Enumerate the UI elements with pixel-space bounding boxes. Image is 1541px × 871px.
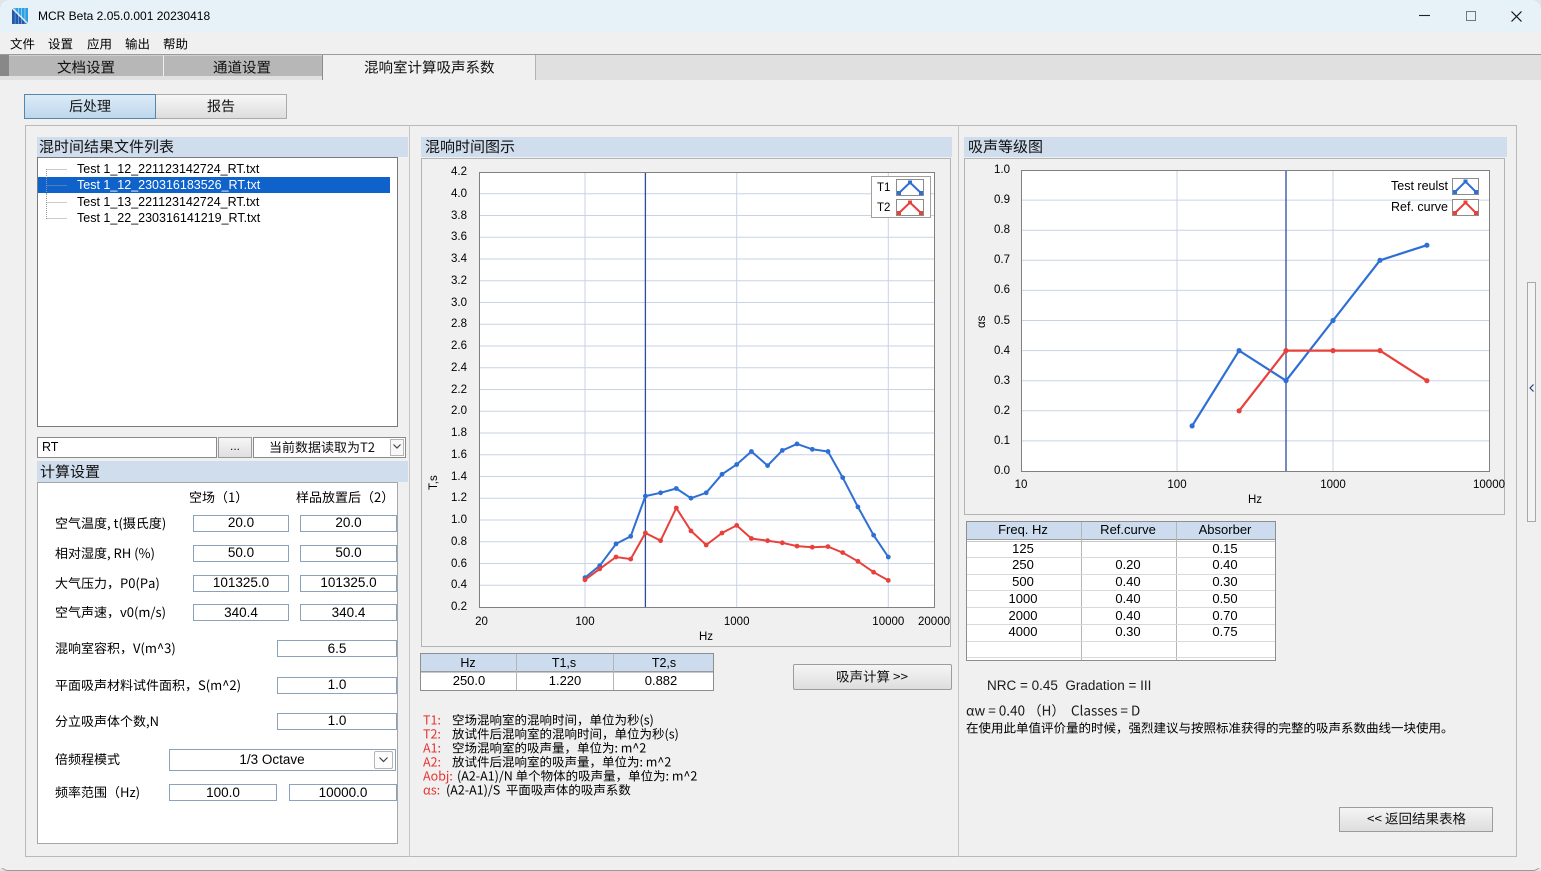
svg-text:T1: T1 — [877, 182, 890, 194]
svg-text:Ref. curve: Ref. curve — [1391, 200, 1448, 214]
svg-text:T2: T2 — [877, 202, 890, 214]
svg-text:Test reulst: Test reulst — [1391, 179, 1448, 193]
